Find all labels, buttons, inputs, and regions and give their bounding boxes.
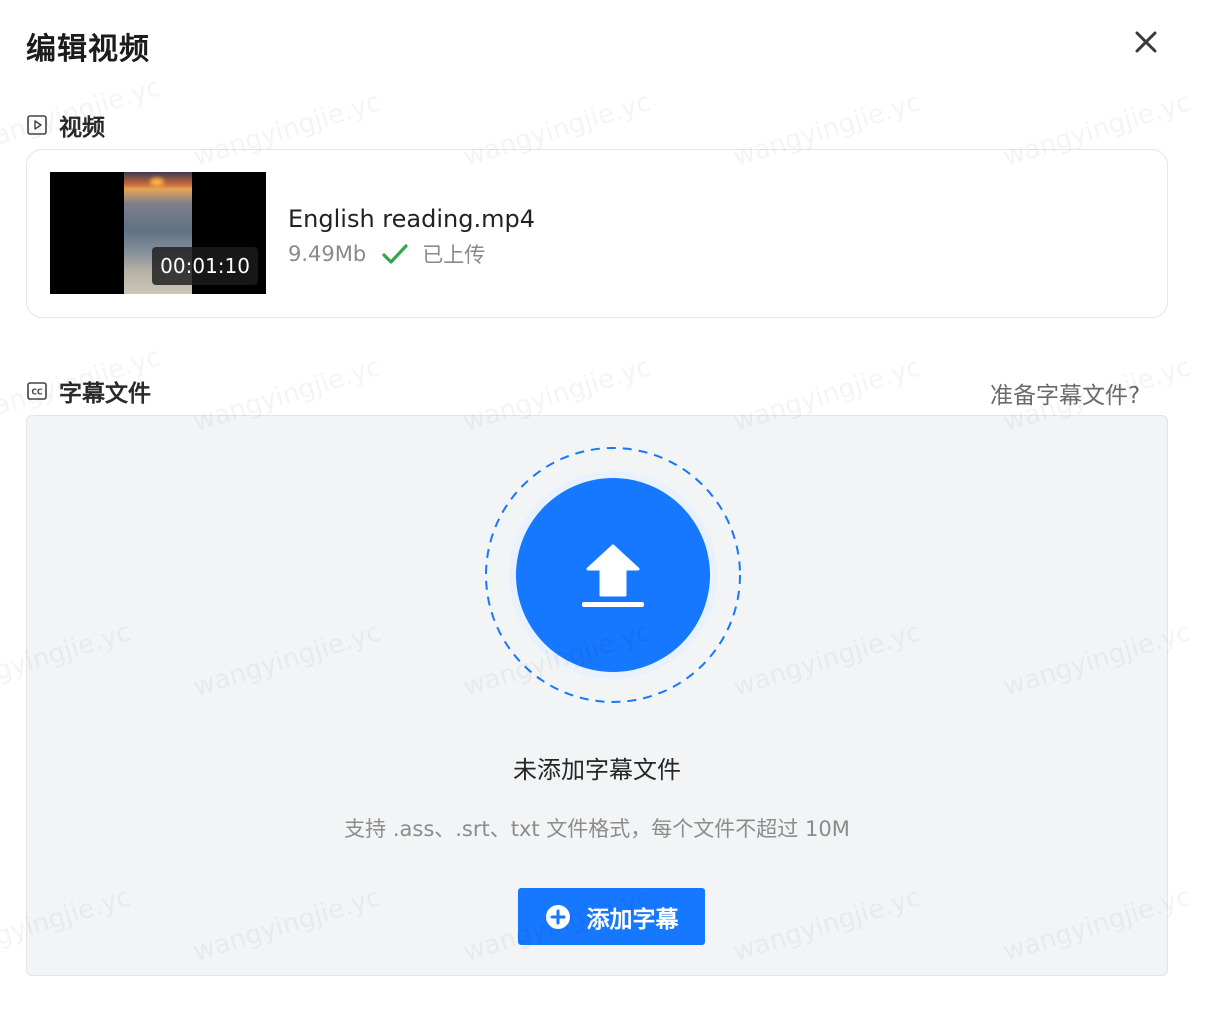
add-subtitle-label: 添加字幕 [586, 906, 679, 933]
video-file-name: English reading.mp4 [288, 205, 535, 233]
format-hint: 支持 .ass、.srt、txt 文件格式，每个文件不超过 10M [344, 817, 850, 841]
plus-circle-icon [545, 904, 571, 930]
video-duration: 00:01:10 [152, 247, 258, 285]
play-square-icon [27, 115, 47, 135]
edit-video-dialog: 编辑视频 视频 00:01:10 English reading.mp4 9.4… [0, 0, 1206, 1028]
thumbnail-sun [150, 178, 164, 186]
video-section-label: 视频 [59, 115, 105, 141]
prepare-subtitle-link[interactable]: 准备字幕文件? [990, 376, 1140, 410]
empty-subtitle-text: 未添加字幕文件 [513, 756, 681, 784]
subtitle-dropzone[interactable]: 未添加字幕文件 支持 .ass、.srt、txt 文件格式，每个文件不超过 10… [26, 415, 1168, 976]
video-card: 00:01:10 English reading.mp4 9.49Mb 已上传 [26, 149, 1168, 318]
video-section-title: 视频 [27, 108, 105, 142]
cc-icon: CC [27, 381, 47, 401]
dialog-title: 编辑视频 [26, 32, 150, 67]
video-file-meta: 9.49Mb 已上传 [288, 239, 485, 269]
video-file-size: 9.49Mb [288, 242, 367, 266]
check-icon [382, 243, 408, 265]
subtitle-section-title: CC 字幕文件 [27, 374, 151, 408]
subtitle-section-label: 字幕文件 [59, 381, 151, 407]
add-subtitle-button[interactable]: 添加字幕 [518, 888, 705, 945]
video-thumbnail[interactable]: 00:01:10 [50, 172, 266, 294]
upload-status: 已上传 [422, 243, 486, 267]
close-button[interactable] [1128, 24, 1164, 60]
upload-area[interactable] [483, 445, 743, 705]
svg-text:CC: CC [31, 388, 43, 397]
close-icon[interactable] [1134, 30, 1158, 54]
